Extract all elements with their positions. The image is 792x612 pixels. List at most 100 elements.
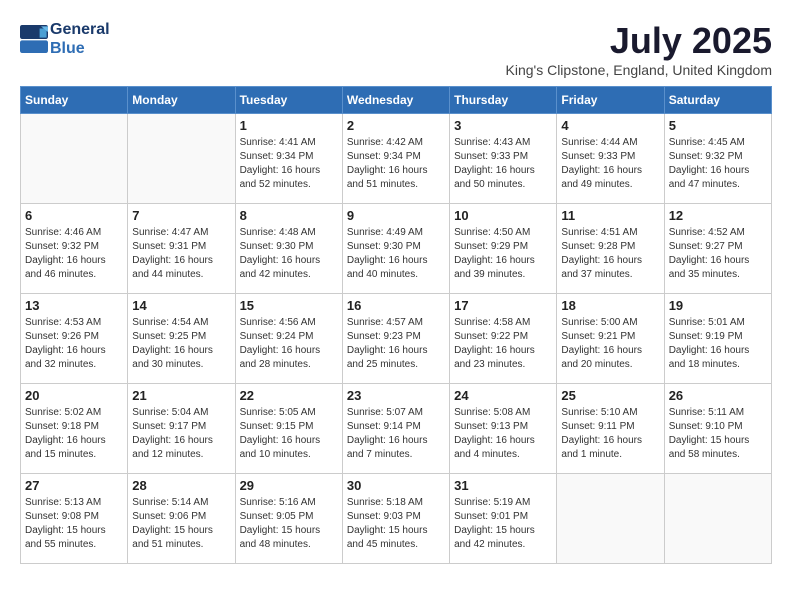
- day-number: 19: [669, 298, 767, 313]
- calendar-cell: 10 Sunrise: 4:50 AM Sunset: 9:29 PM Dayli…: [450, 204, 557, 294]
- day-info: Sunrise: 5:02 AM Sunset: 9:18 PM Dayligh…: [25, 406, 123, 462]
- day-info: Sunrise: 4:50 AM Sunset: 9:29 PM Dayligh…: [454, 226, 552, 282]
- day-number: 12: [669, 208, 767, 223]
- day-info: Sunrise: 5:19 AM Sunset: 9:01 PM Dayligh…: [454, 496, 552, 552]
- col-header-wednesday: Wednesday: [342, 87, 449, 114]
- calendar-cell: 19 Sunrise: 5:01 AM Sunset: 9:19 PM Dayli…: [664, 294, 771, 384]
- day-number: 24: [454, 388, 552, 403]
- day-number: 6: [25, 208, 123, 223]
- day-info: Sunrise: 4:56 AM Sunset: 9:24 PM Dayligh…: [240, 316, 338, 372]
- day-number: 9: [347, 208, 445, 223]
- calendar-cell: 27Sunrise: 5:13 AM Sunset: 9:08 PM Dayli…: [21, 474, 128, 564]
- day-number: 2: [347, 118, 445, 133]
- calendar-cell: [557, 474, 664, 564]
- day-number: 30: [347, 478, 445, 493]
- day-info: Sunrise: 4:41 AM Sunset: 9:34 PM Dayligh…: [240, 136, 338, 192]
- day-number: 20: [25, 388, 123, 403]
- col-header-saturday: Saturday: [664, 87, 771, 114]
- col-header-sunday: Sunday: [21, 87, 128, 114]
- day-number: 21: [132, 388, 230, 403]
- col-header-friday: Friday: [557, 87, 664, 114]
- day-info: Sunrise: 5:01 AM Sunset: 9:19 PM Dayligh…: [669, 316, 767, 372]
- day-info: Sunrise: 4:49 AM Sunset: 9:30 PM Dayligh…: [347, 226, 445, 282]
- calendar-week-row: 20 Sunrise: 5:02 AM Sunset: 9:18 PM Dayli…: [21, 384, 772, 474]
- col-header-tuesday: Tuesday: [235, 87, 342, 114]
- day-number: 23: [347, 388, 445, 403]
- calendar-cell: 1Sunrise: 4:41 AM Sunset: 9:34 PM Daylig…: [235, 114, 342, 204]
- day-number: 28: [132, 478, 230, 493]
- day-number: 29: [240, 478, 338, 493]
- calendar-week-row: 27Sunrise: 5:13 AM Sunset: 9:08 PM Dayli…: [21, 474, 772, 564]
- page-header: General Blue July 2025 King's Clipstone,…: [20, 20, 772, 78]
- calendar-header-row: SundayMondayTuesdayWednesdayThursdayFrid…: [21, 87, 772, 114]
- calendar-cell: 28 Sunrise: 5:14 AM Sunset: 9:06 PM Dayli…: [128, 474, 235, 564]
- day-info: Sunrise: 5:11 AM Sunset: 9:10 PM Dayligh…: [669, 406, 767, 462]
- day-number: 17: [454, 298, 552, 313]
- calendar-cell: 9 Sunrise: 4:49 AM Sunset: 9:30 PM Daylig…: [342, 204, 449, 294]
- calendar-cell: 6Sunrise: 4:46 AM Sunset: 9:32 PM Daylig…: [21, 204, 128, 294]
- calendar-cell: 25Sunrise: 5:10 AM Sunset: 9:11 PM Dayli…: [557, 384, 664, 474]
- calendar-cell: 13Sunrise: 4:53 AM Sunset: 9:26 PM Dayli…: [21, 294, 128, 384]
- calendar-cell: [128, 114, 235, 204]
- calendar-cell: 24 Sunrise: 5:08 AM Sunset: 9:13 PM Dayli…: [450, 384, 557, 474]
- day-number: 7: [132, 208, 230, 223]
- day-info: Sunrise: 4:57 AM Sunset: 9:23 PM Dayligh…: [347, 316, 445, 372]
- day-info: Sunrise: 4:58 AM Sunset: 9:22 PM Dayligh…: [454, 316, 552, 372]
- calendar-cell: 17 Sunrise: 4:58 AM Sunset: 9:22 PM Dayli…: [450, 294, 557, 384]
- day-number: 8: [240, 208, 338, 223]
- day-info: Sunrise: 4:52 AM Sunset: 9:27 PM Dayligh…: [669, 226, 767, 282]
- col-header-thursday: Thursday: [450, 87, 557, 114]
- col-header-monday: Monday: [128, 87, 235, 114]
- day-info: Sunrise: 5:05 AM Sunset: 9:15 PM Dayligh…: [240, 406, 338, 462]
- day-info: Sunrise: 4:54 AM Sunset: 9:25 PM Dayligh…: [132, 316, 230, 372]
- calendar-cell: 11 Sunrise: 4:51 AM Sunset: 9:28 PM Dayli…: [557, 204, 664, 294]
- day-number: 22: [240, 388, 338, 403]
- day-info: Sunrise: 4:43 AM Sunset: 9:33 PM Dayligh…: [454, 136, 552, 192]
- day-info: Sunrise: 4:47 AM Sunset: 9:31 PM Dayligh…: [132, 226, 230, 282]
- day-number: 10: [454, 208, 552, 223]
- day-number: 26: [669, 388, 767, 403]
- calendar-cell: 31 Sunrise: 5:19 AM Sunset: 9:01 PM Dayli…: [450, 474, 557, 564]
- calendar-cell: 7 Sunrise: 4:47 AM Sunset: 9:31 PM Daylig…: [128, 204, 235, 294]
- title-block: July 2025 King's Clipstone, England, Uni…: [506, 20, 773, 78]
- calendar-week-row: 1Sunrise: 4:41 AM Sunset: 9:34 PM Daylig…: [21, 114, 772, 204]
- calendar-cell: 8 Sunrise: 4:48 AM Sunset: 9:30 PM Daylig…: [235, 204, 342, 294]
- location: King's Clipstone, England, United Kingdo…: [506, 62, 773, 78]
- day-number: 15: [240, 298, 338, 313]
- calendar-cell: 20 Sunrise: 5:02 AM Sunset: 9:18 PM Dayli…: [21, 384, 128, 474]
- calendar-cell: 12 Sunrise: 4:52 AM Sunset: 9:27 PM Dayli…: [664, 204, 771, 294]
- calendar-cell: 5 Sunrise: 4:45 AM Sunset: 9:32 PM Daylig…: [664, 114, 771, 204]
- day-info: Sunrise: 4:48 AM Sunset: 9:30 PM Dayligh…: [240, 226, 338, 282]
- day-number: 3: [454, 118, 552, 133]
- day-number: 16: [347, 298, 445, 313]
- day-number: 18: [561, 298, 659, 313]
- day-info: Sunrise: 5:18 AM Sunset: 9:03 PM Dayligh…: [347, 496, 445, 552]
- day-number: 13: [25, 298, 123, 313]
- calendar-cell: 3 Sunrise: 4:43 AM Sunset: 9:33 PM Daylig…: [450, 114, 557, 204]
- day-info: Sunrise: 4:44 AM Sunset: 9:33 PM Dayligh…: [561, 136, 659, 192]
- day-number: 31: [454, 478, 552, 493]
- logo-text: General Blue: [50, 20, 110, 58]
- day-number: 27: [25, 478, 123, 493]
- calendar-table: SundayMondayTuesdayWednesdayThursdayFrid…: [20, 86, 772, 564]
- day-info: Sunrise: 4:42 AM Sunset: 9:34 PM Dayligh…: [347, 136, 445, 192]
- logo-icon: [20, 25, 48, 53]
- logo: General Blue: [20, 20, 110, 58]
- calendar-cell: [664, 474, 771, 564]
- day-info: Sunrise: 4:51 AM Sunset: 9:28 PM Dayligh…: [561, 226, 659, 282]
- day-info: Sunrise: 4:45 AM Sunset: 9:32 PM Dayligh…: [669, 136, 767, 192]
- day-info: Sunrise: 5:14 AM Sunset: 9:06 PM Dayligh…: [132, 496, 230, 552]
- calendar-cell: 2 Sunrise: 4:42 AM Sunset: 9:34 PM Daylig…: [342, 114, 449, 204]
- calendar-cell: 14Sunrise: 4:54 AM Sunset: 9:25 PM Dayli…: [128, 294, 235, 384]
- calendar-cell: 15 Sunrise: 4:56 AM Sunset: 9:24 PM Dayli…: [235, 294, 342, 384]
- calendar-cell: 16 Sunrise: 4:57 AM Sunset: 9:23 PM Dayli…: [342, 294, 449, 384]
- calendar-cell: 30 Sunrise: 5:18 AM Sunset: 9:03 PM Dayli…: [342, 474, 449, 564]
- day-number: 11: [561, 208, 659, 223]
- month-title: July 2025: [506, 20, 773, 62]
- day-number: 5: [669, 118, 767, 133]
- day-info: Sunrise: 5:07 AM Sunset: 9:14 PM Dayligh…: [347, 406, 445, 462]
- day-info: Sunrise: 5:08 AM Sunset: 9:13 PM Dayligh…: [454, 406, 552, 462]
- calendar-cell: 18Sunrise: 5:00 AM Sunset: 9:21 PM Dayli…: [557, 294, 664, 384]
- day-number: 25: [561, 388, 659, 403]
- calendar-cell: [21, 114, 128, 204]
